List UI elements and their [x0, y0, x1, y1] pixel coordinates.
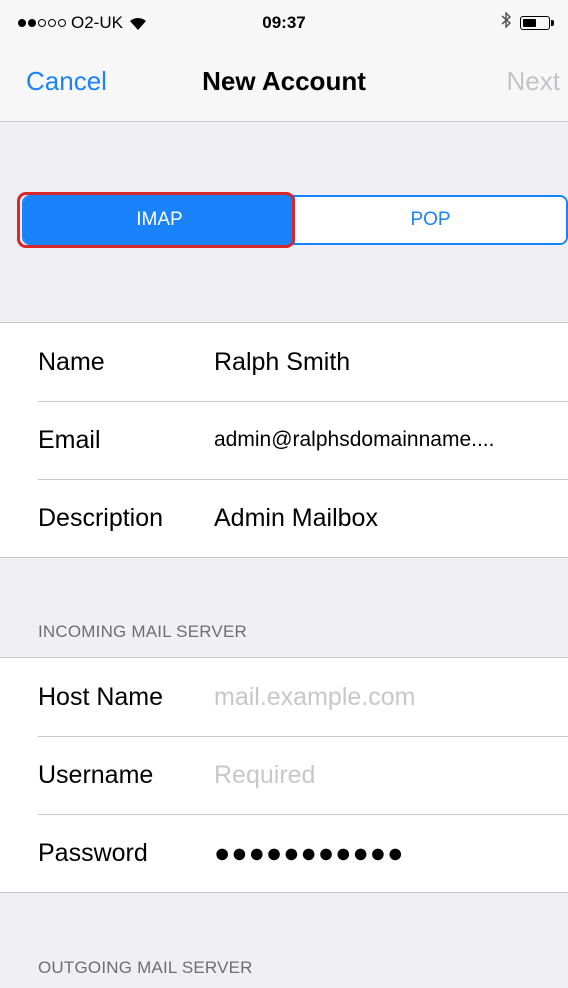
incoming-section-header: INCOMING MAIL SERVER: [38, 622, 247, 641]
host-name-row[interactable]: Host Name mail.example.com: [0, 658, 568, 736]
battery-level: [523, 18, 536, 27]
description-row[interactable]: Description Admin Mailbox: [0, 479, 568, 557]
name-row[interactable]: Name Ralph Smith: [0, 323, 568, 401]
bluetooth-icon: [500, 11, 512, 33]
incoming-server-group: Host Name mail.example.com Username Requ…: [0, 657, 568, 893]
account-info-group: Name Ralph Smith Email admin@ralphsdomai…: [0, 322, 568, 558]
host-name-label: Host Name: [38, 682, 164, 711]
imap-segment[interactable]: IMAP: [24, 197, 295, 243]
username-row[interactable]: Username Required: [0, 736, 568, 814]
email-row[interactable]: Email admin@ralphsdomainname....: [0, 401, 568, 479]
next-button[interactable]: Next: [507, 66, 560, 97]
account-type-segmented-control: IMAP POP: [22, 195, 568, 245]
status-time: 09:37: [262, 13, 306, 32]
password-field[interactable]: ●●●●●●●●●●●: [214, 838, 404, 869]
description-field[interactable]: Admin Mailbox: [214, 504, 378, 533]
status-right: [500, 11, 554, 33]
name-field[interactable]: Ralph Smith: [214, 348, 350, 377]
email-field[interactable]: admin@ralphsdomainname....: [214, 428, 494, 452]
username-label: Username: [38, 760, 154, 789]
cancel-button[interactable]: Cancel: [26, 66, 107, 97]
outgoing-section-header: OUTGOING MAIL SERVER: [38, 958, 253, 977]
navigation-bar: Cancel New Account Next: [0, 40, 568, 122]
username-field[interactable]: Required: [214, 761, 315, 790]
status-bar: O2-UK 09:37: [0, 0, 568, 40]
host-name-field[interactable]: mail.example.com: [214, 683, 415, 712]
name-label: Name: [38, 347, 105, 376]
battery-icon: [520, 15, 554, 30]
password-row[interactable]: Password ●●●●●●●●●●●: [0, 814, 568, 892]
email-label: Email: [38, 425, 101, 454]
pop-segment[interactable]: POP: [295, 197, 566, 243]
password-label: Password: [38, 838, 148, 867]
screen: O2-UK 09:37 Cancel New Account Next IMAP…: [0, 0, 568, 988]
description-label: Description: [38, 503, 164, 532]
